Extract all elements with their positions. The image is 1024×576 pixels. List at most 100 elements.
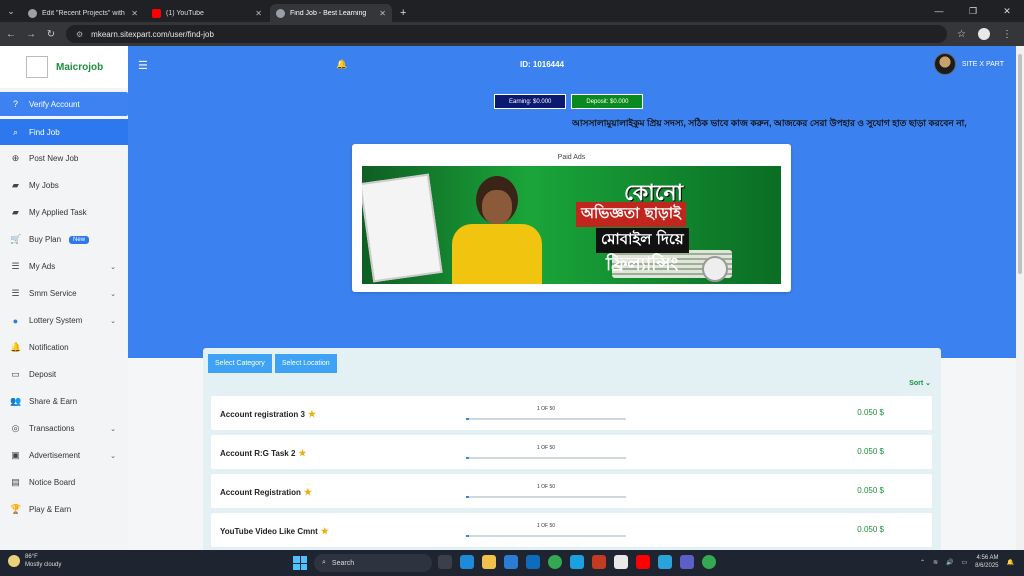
store-icon[interactable] [504,555,518,569]
battery-icon[interactable]: ▭ [961,559,967,566]
sidebar-item-my-ads[interactable]: ☰ My Ads ⌄ [0,253,128,280]
earning-balance-button[interactable]: Earning: $0.000 [494,94,567,109]
tab-search-icon[interactable]: ⌄ [0,0,22,22]
chevron-down-icon: ⌄ [110,425,116,433]
select-location-button[interactable]: Select Location [274,354,337,373]
bell-icon: 🔔 [10,342,22,352]
globe-icon [28,8,37,18]
avatar [933,53,956,75]
select-category-button[interactable]: Select Category [208,354,272,373]
outlook-icon[interactable] [526,555,540,569]
trophy-icon: 🏆 [10,504,22,514]
weather-widget[interactable]: 86°F Mostly cloudy [8,553,61,569]
browser-tab[interactable]: (1) YouTube ✕ [146,4,268,22]
chrome-icon[interactable] [702,555,716,569]
person-graphic [442,176,552,284]
sidebar-item-label: Notice Board [29,478,76,487]
cart-icon: 🛒 [10,234,22,244]
search-icon: ⌕ [12,126,19,137]
taskbar-apps [438,555,716,569]
app-icon[interactable] [614,555,628,569]
sidebar-item-buy-plan[interactable]: 🛒 Buy Plan New [0,226,128,253]
sidebar-item-transactions[interactable]: ◎ Transactions ⌄ [0,415,128,442]
sidebar-item-play-earn[interactable]: 🏆 Play & Earn [0,496,128,523]
chevron-down-icon: ⌄ [925,380,931,387]
minimize-icon[interactable]: — [922,0,956,22]
close-tab-icon[interactable]: ✕ [379,9,386,18]
browser-tab[interactable]: Edit "Recent Projects" with Ele ✕ [22,4,144,22]
job-title-text: Account registration 3 [220,410,305,419]
job-title: Account Registration ★ [220,487,312,498]
volume-icon[interactable]: 🔊 [946,559,953,566]
sidebar-item-my-applied-task[interactable]: ▰ My Applied Task [0,199,128,226]
sidebar-item-share-earn[interactable]: 👥 Share & Earn [0,388,128,415]
job-row[interactable]: Account registration 3 ★ 1 OF 50 0.050 $ [211,396,932,430]
file-explorer-icon[interactable] [482,555,496,569]
notification-bell-icon[interactable]: 🔔 [336,59,347,70]
job-row[interactable]: Account R:G Task 2 ★ 1 OF 50 0.050 $ [211,435,932,469]
sidebar-item-lottery-system[interactable]: ● Lottery System ⌄ [0,307,128,334]
page-scrollbar[interactable] [1016,46,1024,550]
youtube-icon[interactable] [636,555,650,569]
reload-icon[interactable]: ↻ [46,29,56,40]
hero-section: Earning: $0.000 Deposit: $0.000 আসসালামু… [128,84,1016,358]
sidebar-item-smm-service[interactable]: ☰ Smm Service ⌄ [0,280,128,307]
main-content: ☰ 🔔 ID: 1016444 SITE X PART Earning: $0.… [128,46,1016,550]
hamburger-menu-icon[interactable]: ☰ [138,59,148,72]
wifi-icon[interactable]: ≋ [933,559,938,566]
sidebar-item-advertisement[interactable]: ▣ Advertisement ⌄ [0,442,128,469]
app-icon[interactable] [592,555,606,569]
notification-bell-icon[interactable]: 🔔 [1007,559,1014,566]
address-bar[interactable]: ⚙ mkearn.sitexpart.com/user/find-job [66,25,948,43]
job-title: Account R:G Task 2 ★ [220,448,307,459]
app-icon[interactable] [570,555,584,569]
sort-dropdown[interactable]: Sort ⌄ [909,379,931,387]
browser-tab-bar: ⌄ Edit "Recent Projects" with Ele ✕ (1) … [0,0,1024,22]
ad-banner-image[interactable]: কোনো অভিজ্ঞতা ছাড়াই মোবাইল দিয়ে ফ্রিল্… [362,166,781,284]
chevron-up-icon[interactable]: ⌃ [920,559,925,566]
bookmark-star-icon[interactable]: ☆ [957,29,966,40]
site-info-icon[interactable]: ⚙ [76,30,83,39]
sidebar-item-notification[interactable]: 🔔 Notification [0,334,128,361]
close-tab-icon[interactable]: ✕ [255,9,262,18]
edge-icon[interactable] [460,555,474,569]
job-row[interactable]: Account Registration ★ 1 OF 50 0.050 $ [211,474,932,508]
close-window-icon[interactable]: ✕ [990,0,1024,22]
clock-graphic [702,256,728,282]
browser-tab-active[interactable]: Find Job - Best Learning ✕ [270,4,392,22]
sidebar-item-post-new-job[interactable]: ⊕ Post New Job [0,145,128,172]
back-icon[interactable]: ← [6,29,16,40]
logo-image [26,56,48,78]
sidebar-item-deposit[interactable]: ▭ Deposit [0,361,128,388]
user-id: ID: 1016444 [520,60,565,69]
sort-label: Sort [909,380,924,387]
telegram-icon[interactable] [658,555,672,569]
chrome-icon[interactable] [548,555,562,569]
star-icon: ★ [303,487,312,497]
restore-icon[interactable]: ❐ [956,0,990,22]
user-menu[interactable]: SITE X PART [933,53,1004,75]
list-icon: ☰ [11,288,20,298]
job-row[interactable]: YouTube Video Like Cmnt ★ 1 OF 50 0.050 $ [211,513,932,547]
scrollbar-thumb[interactable] [1018,54,1022,274]
teams-icon[interactable] [680,555,694,569]
deposit-balance-button[interactable]: Deposit: $0.000 [571,94,644,109]
job-progress-text: 1 OF 50 [536,406,556,412]
username: SITE X PART [961,60,1004,68]
forward-icon[interactable]: → [26,29,36,40]
sidebar-item-my-jobs[interactable]: ▰ My Jobs [0,172,128,199]
sidebar-item-notice-board[interactable]: ▤ Notice Board [0,469,128,496]
brand[interactable]: Maicrojob [0,46,128,88]
sidebar-item-verify-account[interactable]: ? Verify Account [0,92,128,116]
browser-toolbar: ← → ↻ ⚙ mkearn.sitexpart.com/user/find-j… [0,22,1024,46]
task-view-icon[interactable] [438,555,452,569]
close-tab-icon[interactable]: ✕ [131,9,138,18]
new-tab-button[interactable]: + [394,4,412,22]
windows-start-icon[interactable] [293,556,307,570]
profile-avatar-icon[interactable] [978,28,990,40]
job-price: 0.050 $ [857,408,884,417]
sidebar-item-find-job[interactable]: ⌕ Find Job [0,119,128,145]
browser-menu-icon[interactable]: ⋮ [1002,29,1012,40]
taskbar-clock[interactable]: 4:56 AM 8/6/2025 [975,554,998,570]
taskbar-search[interactable]: ⌕ Search [314,554,432,572]
